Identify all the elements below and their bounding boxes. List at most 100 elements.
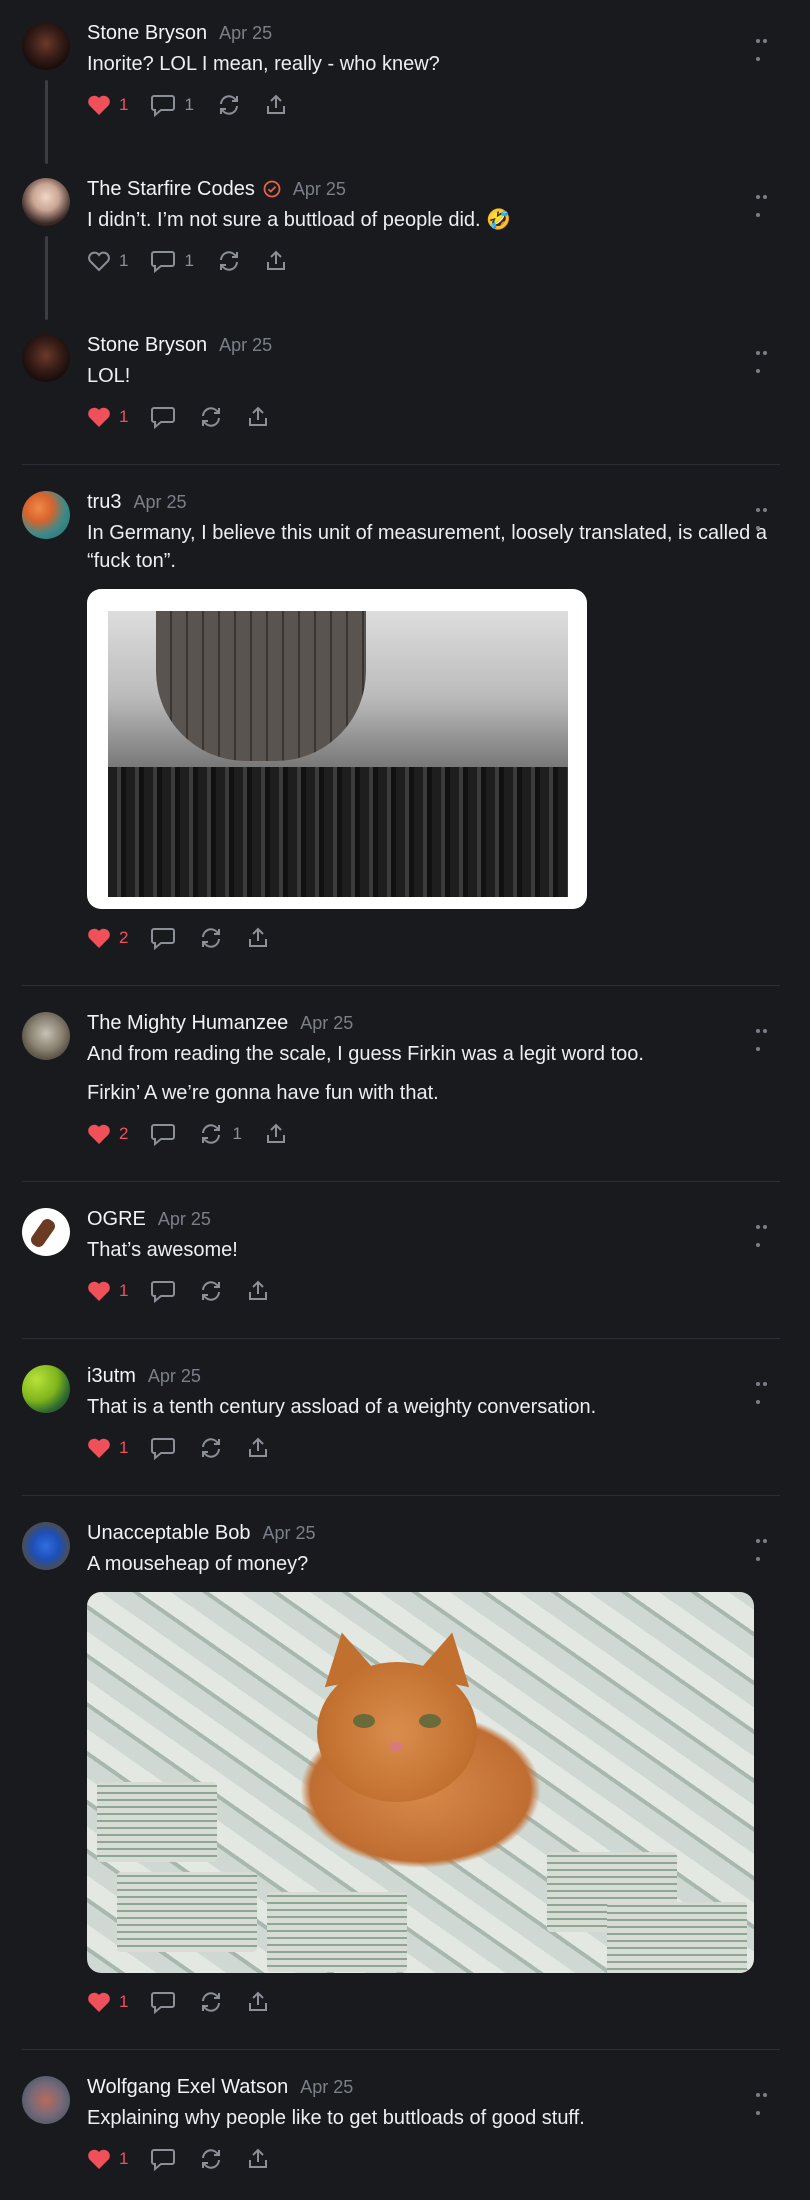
share-icon xyxy=(249,2148,268,2168)
comment-icon xyxy=(151,95,176,117)
reply-button[interactable] xyxy=(150,2147,176,2171)
post[interactable]: OGRE Apr 25 That’s awesome! 1 xyxy=(0,1182,810,1338)
like-button[interactable]: 1 xyxy=(87,94,128,116)
like-button[interactable]: 1 xyxy=(87,250,128,272)
post[interactable]: Unacceptable Bob Apr 25 A mouseheap of m… xyxy=(0,1496,810,2049)
comment-icon xyxy=(151,928,176,950)
author-name[interactable]: Stone Bryson xyxy=(87,334,207,357)
repost-button[interactable] xyxy=(216,93,242,117)
author-name[interactable]: tru3 xyxy=(87,491,121,514)
post-date[interactable]: Apr 25 xyxy=(293,179,346,200)
comment-icon xyxy=(151,251,176,273)
author-name[interactable]: Unacceptable Bob xyxy=(87,1522,250,1545)
barrel-crowd-photo xyxy=(108,611,568,897)
avatar[interactable] xyxy=(22,1208,70,1256)
post[interactable]: The Mighty Humanzee Apr 25 And from read… xyxy=(0,986,810,1181)
reply-button[interactable] xyxy=(150,926,176,950)
post-date[interactable]: Apr 25 xyxy=(219,335,272,356)
post-date[interactable]: Apr 25 xyxy=(300,1013,353,1034)
post-text: That is a tenth century assload of a wei… xyxy=(87,1396,597,1418)
repost-button[interactable] xyxy=(198,1436,224,1460)
share-button[interactable] xyxy=(246,2147,270,2171)
share-button[interactable] xyxy=(246,1279,270,1303)
post-date[interactable]: Apr 25 xyxy=(158,1209,211,1230)
share-icon xyxy=(249,927,268,947)
reply-button[interactable] xyxy=(150,1122,176,1146)
post[interactable]: tru3 Apr 25 In Germany, I believe this u… xyxy=(0,465,810,985)
share-button[interactable] xyxy=(246,405,270,429)
share-button[interactable] xyxy=(264,93,288,117)
avatar[interactable] xyxy=(22,1365,70,1413)
avatar[interactable] xyxy=(22,22,70,70)
more-options-icon[interactable] xyxy=(756,1216,776,1247)
repost-button[interactable] xyxy=(198,405,224,429)
post[interactable]: i3utm Apr 25 That is a tenth century ass… xyxy=(0,1339,810,1495)
like-button[interactable]: 1 xyxy=(87,1280,128,1302)
avatar[interactable] xyxy=(22,1012,70,1060)
post-image[interactable] xyxy=(87,589,587,909)
comment-icon xyxy=(151,1124,176,1146)
more-options-icon[interactable] xyxy=(756,1373,776,1404)
post-date[interactable]: Apr 25 xyxy=(300,2077,353,2098)
share-button[interactable] xyxy=(246,926,270,950)
more-options-icon[interactable] xyxy=(756,342,776,373)
like-button[interactable]: 2 xyxy=(87,927,128,949)
avatar[interactable] xyxy=(22,1522,70,1570)
comment-icon xyxy=(151,1281,176,1303)
repost-button[interactable] xyxy=(198,926,224,950)
repost-button[interactable] xyxy=(198,1279,224,1303)
repost-icon xyxy=(202,2149,221,2169)
heart-filled-icon xyxy=(88,1124,110,1144)
reply-thread: Stone Bryson Apr 25 Inorite? LOL I mean,… xyxy=(0,0,810,2200)
more-options-icon[interactable] xyxy=(756,1530,776,1561)
post[interactable]: Wolfgang Exel Watson Apr 25 Explaining w… xyxy=(0,2050,810,2200)
post[interactable]: Stone Bryson Apr 25 Inorite? LOL I mean,… xyxy=(0,0,810,164)
reply-button[interactable] xyxy=(150,405,176,429)
like-button[interactable]: 2 xyxy=(87,1123,128,1145)
repost-button[interactable] xyxy=(198,2147,224,2171)
more-options-icon[interactable] xyxy=(756,499,776,530)
author-name[interactable]: Wolfgang Exel Watson xyxy=(87,2076,288,2099)
reply-button[interactable] xyxy=(150,1436,176,1460)
avatar[interactable] xyxy=(22,2076,70,2124)
more-options-icon[interactable] xyxy=(756,186,776,217)
like-button[interactable]: 1 xyxy=(87,2148,128,2170)
post-image[interactable] xyxy=(87,1592,754,1973)
post-date[interactable]: Apr 25 xyxy=(262,1523,315,1544)
share-button[interactable] xyxy=(264,1122,288,1146)
avatar[interactable] xyxy=(22,491,70,539)
author-name[interactable]: The Starfire Codes xyxy=(87,178,255,201)
reply-button[interactable]: 1 xyxy=(150,249,194,273)
avatar[interactable] xyxy=(22,178,70,226)
post-date[interactable]: Apr 25 xyxy=(219,23,272,44)
like-button[interactable]: 1 xyxy=(87,1437,128,1459)
like-button[interactable]: 1 xyxy=(87,406,128,428)
repost-button[interactable]: 1 xyxy=(198,1122,242,1146)
post-date[interactable]: Apr 25 xyxy=(133,492,186,513)
post-date[interactable]: Apr 25 xyxy=(148,1366,201,1387)
share-button[interactable] xyxy=(246,1436,270,1460)
author-name[interactable]: OGRE xyxy=(87,1208,146,1231)
post[interactable]: Stone Bryson Apr 25 LOL! 1 xyxy=(0,312,810,464)
share-button[interactable] xyxy=(246,1990,270,2014)
author-name[interactable]: The Mighty Humanzee xyxy=(87,1012,288,1035)
post-text: LOL! xyxy=(87,365,131,387)
post-text: That’s awesome! xyxy=(87,1239,238,1261)
repost-button[interactable] xyxy=(198,1990,224,2014)
more-options-icon[interactable] xyxy=(756,1020,776,1051)
post[interactable]: The Starfire Codes Apr 25 I didn’t. I’m … xyxy=(0,156,810,320)
avatar[interactable] xyxy=(22,334,70,382)
reply-button[interactable]: 1 xyxy=(150,93,194,117)
share-button[interactable] xyxy=(264,249,288,273)
author-name[interactable]: Stone Bryson xyxy=(87,22,207,45)
more-options-icon[interactable] xyxy=(756,30,776,61)
reply-button[interactable] xyxy=(150,1279,176,1303)
author-name[interactable]: i3utm xyxy=(87,1365,136,1388)
repost-count: 1 xyxy=(232,1124,242,1143)
like-button[interactable]: 1 xyxy=(87,1991,128,2013)
more-options-icon[interactable] xyxy=(756,2084,776,2115)
heart-filled-icon xyxy=(88,1438,110,1458)
reply-button[interactable] xyxy=(150,1990,176,2014)
repost-icon xyxy=(219,251,238,271)
repost-button[interactable] xyxy=(216,249,242,273)
